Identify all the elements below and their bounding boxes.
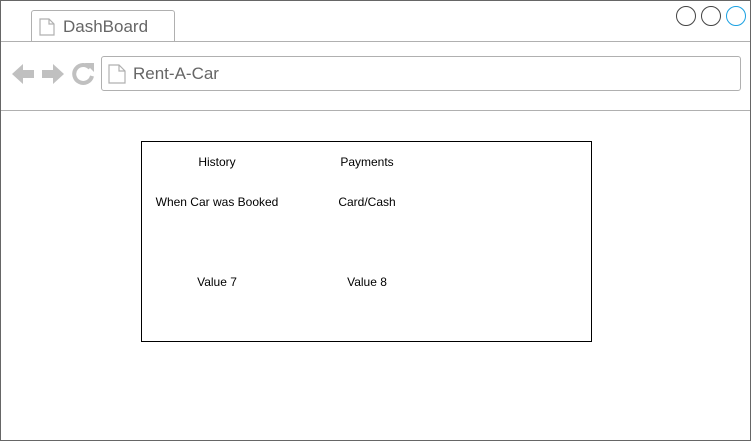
history-value: Value 7 <box>197 275 237 289</box>
arrow-right-icon[interactable] <box>41 62 65 86</box>
close-button[interactable] <box>726 6 746 26</box>
page-icon <box>108 64 126 84</box>
tab-strip: DashBoard <box>1 1 750 42</box>
tab-dashboard[interactable]: DashBoard <box>31 10 175 41</box>
arrow-left-icon[interactable] <box>11 62 35 86</box>
browser-window: DashBoard Rent-A-Car History Payments Wh… <box>0 0 751 441</box>
address-bar[interactable]: Rent-A-Car <box>101 56 741 91</box>
page-icon <box>39 18 55 36</box>
payments-cell: Card/Cash <box>338 195 396 209</box>
minimize-button[interactable] <box>676 6 696 26</box>
dashboard-panel: History Payments When Car was Booked Car… <box>141 141 592 342</box>
payments-value: Value 8 <box>347 275 387 289</box>
history-header: History <box>198 155 236 169</box>
history-cell: When Car was Booked <box>155 195 279 209</box>
maximize-button[interactable] <box>701 6 721 26</box>
navigation-toolbar: Rent-A-Car <box>1 42 750 111</box>
payments-header: Payments <box>340 155 394 169</box>
url-text: Rent-A-Car <box>133 64 219 83</box>
reload-icon[interactable] <box>71 62 95 86</box>
tab-title: DashBoard <box>63 17 149 36</box>
